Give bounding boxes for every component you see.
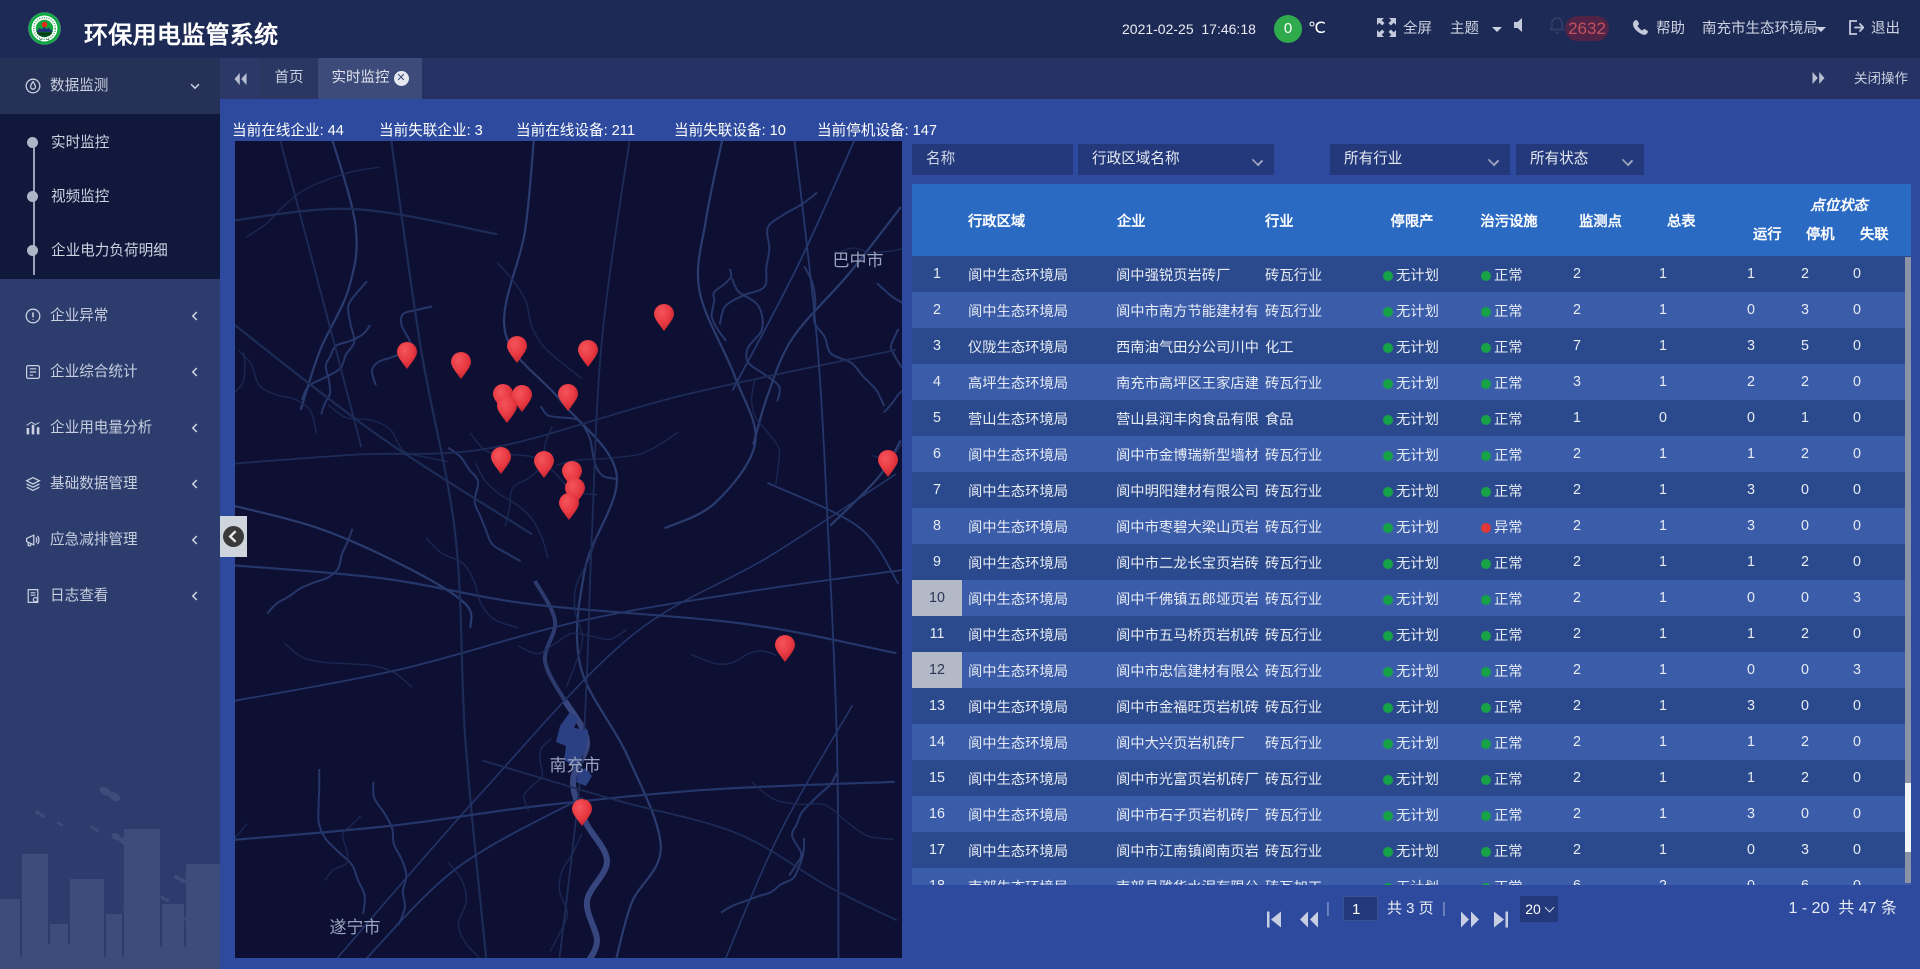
svg-text:巴中市: 巴中市 — [833, 251, 884, 270]
svg-text:南充市: 南充市 — [550, 756, 601, 775]
svg-text:遂宁市: 遂宁市 — [330, 918, 381, 937]
